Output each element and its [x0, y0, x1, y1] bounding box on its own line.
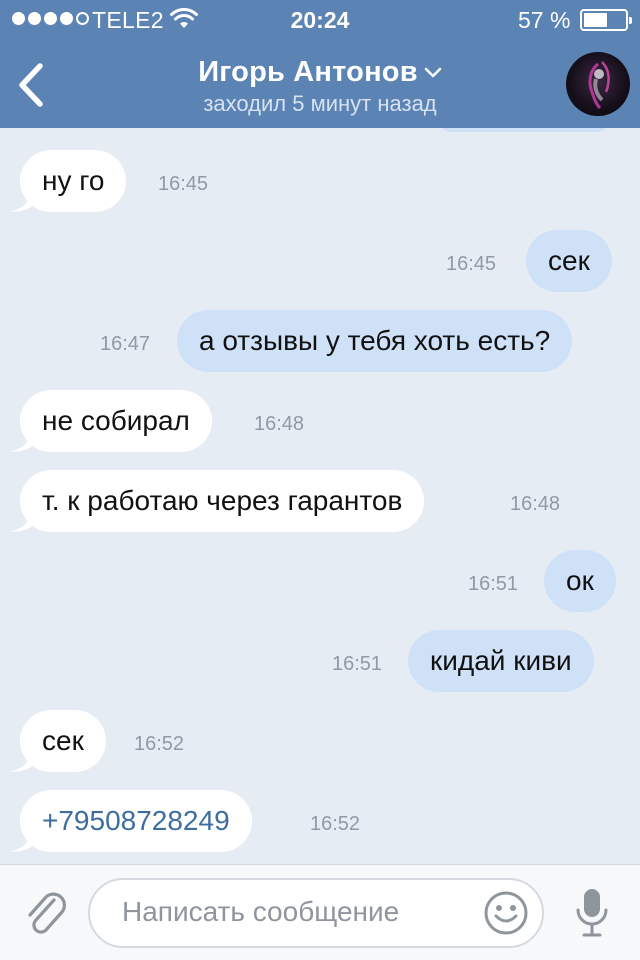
message-time: 16:51: [468, 573, 519, 595]
phone-number-link[interactable]: +79508728249: [20, 790, 252, 852]
message-time: 16:52: [134, 733, 185, 755]
status-bar: TELE2 20:24 57 %: [0, 0, 640, 40]
message-list[interactable]: ну го 16:45 сек 16:45 а отзывы у тебя хо…: [0, 0, 640, 864]
message-time: 16:52: [310, 813, 361, 835]
message-time: 16:48: [254, 413, 305, 435]
chat-header: TELE2 20:24 57 % Игорь Антонов заходил 5…: [0, 0, 640, 128]
microphone-icon[interactable]: [574, 886, 610, 940]
message-time: 16:47: [100, 333, 151, 355]
last-seen-status: заходил 5 минут назад: [203, 91, 437, 116]
message-bubble-outgoing[interactable]: кидай киви: [408, 630, 594, 692]
message-time: 16:48: [510, 493, 561, 515]
chevron-down-icon: [424, 68, 441, 78]
message-time: 16:51: [332, 653, 383, 675]
message-bubble-incoming[interactable]: не собирал: [20, 390, 212, 452]
smiley-icon[interactable]: [483, 890, 529, 936]
message-bubble-outgoing[interactable]: а отзывы у тебя хоть есть?: [177, 310, 573, 372]
message-time: 16:45: [158, 173, 209, 195]
message-time: 16:45: [446, 253, 497, 275]
paperclip-icon[interactable]: [24, 890, 68, 938]
message-bubble-incoming[interactable]: т. к работаю через гарантов: [20, 470, 425, 532]
message-bubble-outgoing[interactable]: сек: [526, 230, 612, 292]
contact-name-row: Игорь Антонов: [0, 56, 640, 89]
contact-avatar[interactable]: [566, 52, 630, 116]
contact-name-button[interactable]: Игорь Антонов: [198, 56, 442, 89]
battery-percent: 57 %: [518, 7, 571, 33]
battery-icon: [580, 9, 632, 31]
contact-name: Игорь Антонов: [198, 56, 418, 88]
avatar-image: [588, 61, 610, 110]
message-bubble-incoming[interactable]: ну го: [20, 150, 127, 212]
message-input-placeholder: Написать сообщение: [122, 896, 400, 927]
message-bubble-outgoing[interactable]: ок: [544, 550, 616, 612]
message-bubble-incoming[interactable]: сек: [20, 710, 106, 772]
